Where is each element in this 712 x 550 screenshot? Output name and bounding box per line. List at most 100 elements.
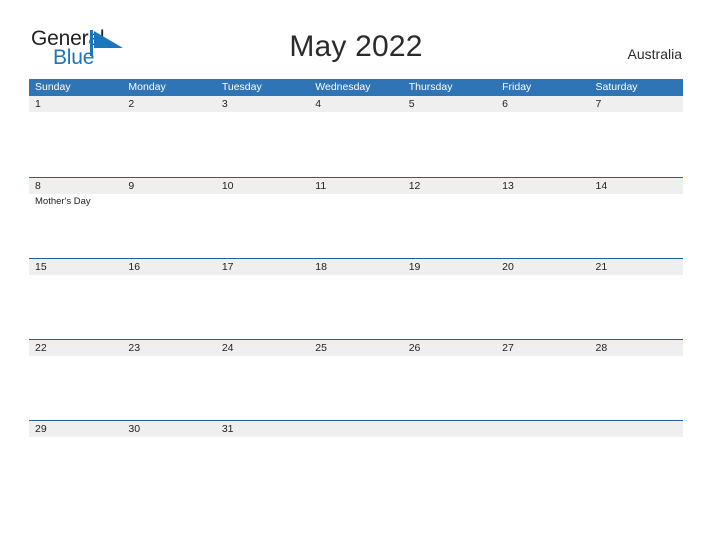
calendar-day-cell[interactable]: 12 bbox=[402, 178, 497, 258]
calendar-day-cell[interactable]: 14 bbox=[589, 178, 683, 258]
day-number: 10 bbox=[221, 180, 234, 192]
day-number: 4 bbox=[315, 98, 322, 110]
day-header-monday: Monday bbox=[128, 81, 166, 93]
day-number: 27 bbox=[502, 342, 514, 354]
day-number-band bbox=[215, 96, 310, 112]
day-number-band bbox=[122, 96, 216, 112]
calendar-week-row: 8 Mother's Day 9 10 11 12 13 14 bbox=[29, 177, 683, 258]
calendar-day-cell[interactable]: 15 bbox=[29, 259, 123, 339]
day-number-band bbox=[402, 421, 497, 437]
calendar-week-row: 22 23 24 25 26 27 28 bbox=[29, 339, 683, 420]
calendar-day-cell[interactable]: 6 bbox=[496, 96, 590, 177]
calendar-day-cell[interactable]: 13 bbox=[496, 178, 590, 258]
day-header-wednesday: Wednesday bbox=[315, 81, 371, 93]
day-number: 30 bbox=[128, 423, 141, 435]
day-number-band bbox=[589, 96, 683, 112]
day-header-friday: Friday bbox=[502, 81, 532, 93]
calendar-day-cell[interactable]: 2 bbox=[122, 96, 216, 177]
calendar-day-cell[interactable]: 18 bbox=[309, 259, 403, 339]
calendar-day-cell-empty bbox=[402, 421, 497, 501]
calendar-day-cell[interactable]: 17 bbox=[215, 259, 310, 339]
day-number: 1 bbox=[35, 98, 41, 110]
calendar-day-cell[interactable]: 10 bbox=[215, 178, 310, 258]
calendar-day-cell[interactable]: 26 bbox=[402, 340, 497, 420]
calendar-day-cell[interactable]: 21 bbox=[589, 259, 683, 339]
calendar-day-cell[interactable]: 8 Mother's Day bbox=[29, 178, 123, 258]
calendar-day-cell[interactable]: 5 bbox=[402, 96, 497, 177]
calendar-day-cell[interactable]: 7 bbox=[589, 96, 683, 177]
calendar-day-cell[interactable]: 28 bbox=[589, 340, 683, 420]
calendar-day-cell[interactable]: 20 bbox=[496, 259, 590, 339]
calendar-day-cell-empty bbox=[496, 421, 590, 501]
day-number: 13 bbox=[502, 180, 514, 192]
calendar-day-cell[interactable]: 4 bbox=[309, 96, 403, 177]
calendar-day-cell[interactable]: 3 bbox=[215, 96, 310, 177]
day-number: 24 bbox=[221, 342, 234, 354]
calendar-week-row: 1 2 3 4 5 6 7 bbox=[29, 96, 683, 177]
calendar-day-cell[interactable]: 11 bbox=[309, 178, 403, 258]
day-number: 25 bbox=[315, 342, 327, 354]
day-number: 17 bbox=[221, 261, 234, 273]
day-number-band bbox=[496, 96, 590, 112]
day-number: 21 bbox=[595, 261, 608, 273]
calendar-day-cell[interactable]: 27 bbox=[496, 340, 590, 420]
calendar-day-cell[interactable]: 29 bbox=[29, 421, 123, 501]
day-number: 9 bbox=[128, 180, 135, 192]
calendar-day-cell[interactable]: 22 bbox=[29, 340, 123, 420]
day-number: 28 bbox=[595, 342, 608, 354]
day-number-band bbox=[496, 421, 590, 437]
day-header-sunday: Sunday bbox=[35, 81, 71, 93]
day-number-band bbox=[309, 96, 403, 112]
calendar-day-cell[interactable]: 16 bbox=[122, 259, 216, 339]
calendar-day-cell[interactable]: 9 bbox=[122, 178, 216, 258]
day-header-thursday: Thursday bbox=[408, 81, 453, 93]
page-header: General Blue May 2022 Australia bbox=[0, 0, 712, 78]
day-number: 7 bbox=[595, 98, 602, 110]
country-label: Australia bbox=[627, 46, 682, 62]
day-number: 14 bbox=[595, 180, 608, 192]
day-number: 5 bbox=[408, 98, 415, 110]
day-number: 12 bbox=[408, 180, 421, 192]
day-events: Mother's Day bbox=[35, 195, 119, 208]
day-number: 31 bbox=[221, 423, 234, 435]
day-number: 11 bbox=[315, 180, 327, 192]
day-number-band bbox=[29, 96, 123, 112]
day-header-saturday: Saturday bbox=[595, 81, 638, 93]
day-number: 6 bbox=[502, 98, 508, 110]
calendar-page: General Blue May 2022 Australia Sunday M… bbox=[0, 0, 712, 550]
day-number: 2 bbox=[128, 98, 135, 110]
calendar-day-cell[interactable]: 24 bbox=[215, 340, 310, 420]
day-number: 23 bbox=[128, 342, 141, 354]
calendar-day-cell-empty bbox=[309, 421, 403, 501]
day-number: 16 bbox=[128, 261, 141, 273]
day-number: 18 bbox=[315, 261, 327, 273]
calendar-weeks: 1 2 3 4 5 6 7 8 Mother's Day 9 10 11 12 13 14 15 16 17 18 1… bbox=[29, 96, 683, 501]
calendar-week-row: 29 30 31 bbox=[29, 420, 683, 501]
day-number-band bbox=[122, 178, 216, 194]
calendar-day-cell[interactable]: 31 bbox=[215, 421, 310, 501]
day-number: 29 bbox=[35, 423, 47, 435]
calendar-day-cell[interactable]: 23 bbox=[122, 340, 216, 420]
day-number: 20 bbox=[502, 261, 514, 273]
calendar-day-cell[interactable]: 30 bbox=[122, 421, 216, 501]
day-number: 19 bbox=[408, 261, 421, 273]
calendar-grid: Sunday Monday Tuesday Wednesday Thursday… bbox=[29, 79, 683, 501]
day-number-band bbox=[309, 421, 403, 437]
day-number: 8 bbox=[35, 180, 41, 192]
day-number: 15 bbox=[35, 261, 47, 273]
day-number: 3 bbox=[221, 98, 228, 110]
day-number: 26 bbox=[408, 342, 421, 354]
day-event-label: Mother's Day bbox=[35, 196, 91, 207]
calendar-week-row: 15 16 17 18 19 20 21 bbox=[29, 258, 683, 339]
calendar-day-cell[interactable]: 19 bbox=[402, 259, 497, 339]
day-header-tuesday: Tuesday bbox=[221, 81, 262, 93]
day-number-band bbox=[29, 178, 123, 194]
day-number-band bbox=[589, 421, 683, 437]
page-title: May 2022 bbox=[289, 30, 423, 63]
calendar-day-cell[interactable]: 25 bbox=[309, 340, 403, 420]
day-of-week-header-row: Sunday Monday Tuesday Wednesday Thursday… bbox=[29, 79, 683, 96]
calendar-day-cell-empty bbox=[589, 421, 683, 501]
day-number-band bbox=[402, 96, 497, 112]
calendar-day-cell[interactable]: 1 bbox=[29, 96, 123, 177]
day-number: 22 bbox=[35, 342, 47, 354]
